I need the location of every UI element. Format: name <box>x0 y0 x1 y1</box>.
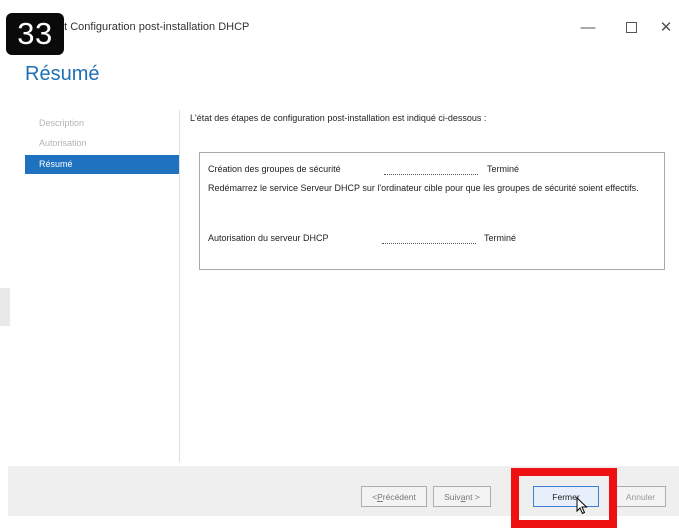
step-status-security-groups: Terminé <box>487 164 520 174</box>
nav-item-description: Description <box>39 118 85 128</box>
close-window-button[interactable]: ✕ <box>650 16 679 38</box>
nav-item-summary[interactable]: Résumé <box>25 155 179 174</box>
maximize-button[interactable] <box>615 16 647 38</box>
cancel-button[interactable]: Annuler <box>615 486 666 507</box>
minimize-icon: — <box>580 18 596 36</box>
window-title: nt Configuration post-installation DHCP <box>58 21 250 33</box>
close-icon: ✕ <box>659 19 673 36</box>
step-status-dhcp-authorization: Terminé <box>484 233 517 243</box>
title-bar: nt Configuration post-installation DHCP … <box>0 0 679 58</box>
step-number-badge: 33 <box>6 13 64 55</box>
background-window-edge <box>0 288 10 326</box>
next-button[interactable]: Suiv a nt > <box>433 486 491 507</box>
mouse-cursor-icon <box>576 497 588 515</box>
previous-button[interactable]: < Précédent <box>361 486 427 507</box>
next-button-label-rest: nt > <box>465 491 480 502</box>
minimize-button[interactable]: — <box>572 16 604 38</box>
next-button-label: Suiv <box>444 491 461 502</box>
maximize-icon <box>625 21 637 33</box>
nav-item-authorization: Autorisation <box>39 138 87 148</box>
restart-service-note: Redémarrez le service Serveur DHCP sur l… <box>208 183 639 193</box>
previous-button-label-rest: récédent <box>382 491 416 502</box>
step-label-security-groups: Création des groupes de sécurité <box>208 164 341 174</box>
step-label-dhcp-authorization: Autorisation du serveur DHCP <box>208 233 329 243</box>
leader-dots <box>382 243 476 245</box>
page-title: Résumé <box>25 63 100 85</box>
panel-divider <box>179 110 180 462</box>
summary-intro-text: L'état des étapes de configuration post-… <box>190 113 487 123</box>
close-button-highlight <box>511 468 617 528</box>
leader-dots <box>384 174 478 176</box>
